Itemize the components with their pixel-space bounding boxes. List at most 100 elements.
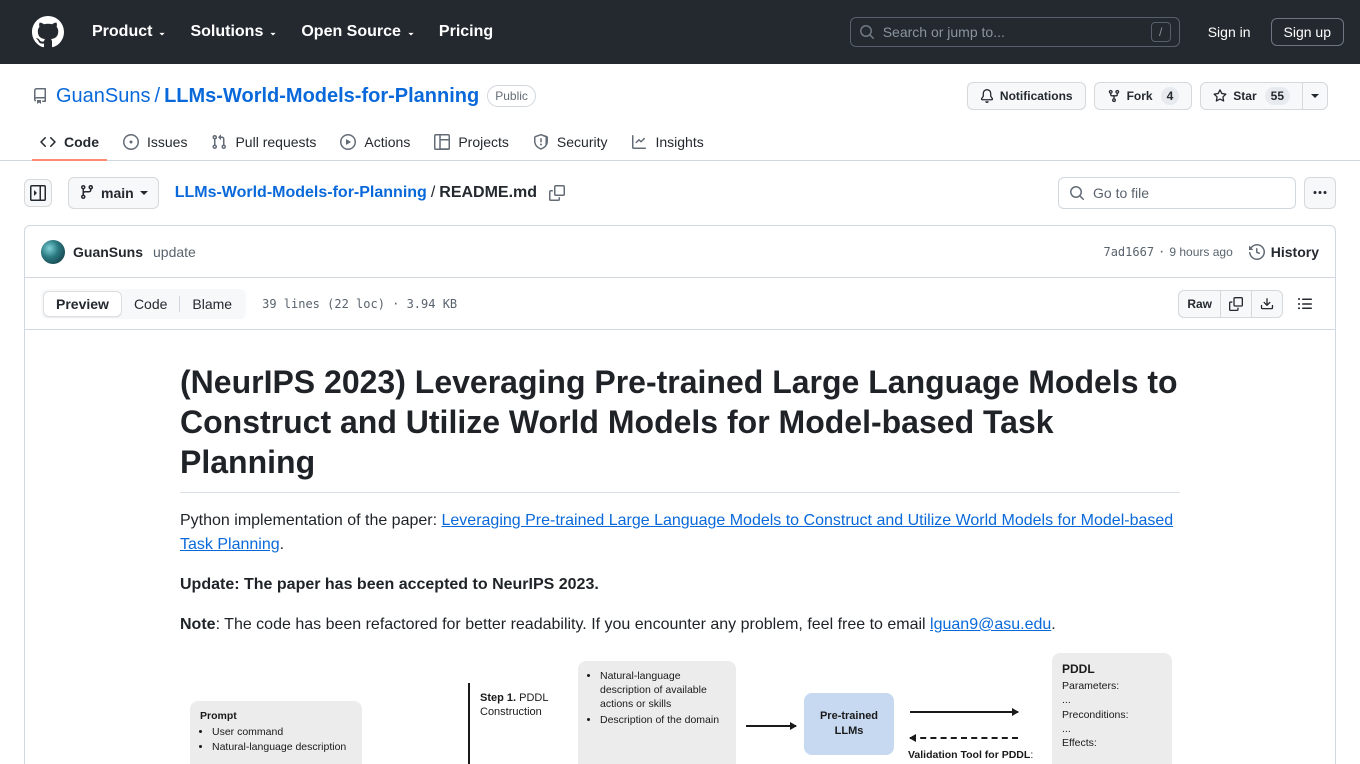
kebab-icon[interactable] (1304, 177, 1336, 209)
branch-selector-button[interactable]: main (68, 177, 159, 209)
commit-author-link[interactable]: GuanSuns (73, 244, 143, 260)
tab-label-security: Security (556, 134, 608, 150)
tab-pull-requests[interactable]: Pull requests (203, 126, 324, 161)
list-item: User command (212, 725, 352, 739)
figure-prompt-box: Prompt User command Natural-language des… (190, 701, 362, 764)
star-label: Star (1233, 89, 1257, 103)
chevron-down-icon (267, 28, 277, 38)
global-search-input[interactable]: Search or jump to... / (849, 16, 1180, 47)
nav-item-pricing[interactable]: Pricing (427, 15, 505, 49)
graph-icon (631, 134, 647, 150)
note-text: : The code has been refactored for bette… (215, 616, 931, 633)
raw-copy-download-group: Raw (1178, 289, 1283, 318)
paragraph-prefix: Python implementation of the paper: (180, 512, 442, 529)
list-item: Natural-language description (212, 740, 352, 754)
repo-name-link[interactable]: LLMs-World-Models-for-Planning (164, 85, 479, 108)
paragraph-note: Note: The code has been refactored for b… (180, 613, 1180, 637)
github-file-page: Product Solutions Open Source Pricing Se… (0, 0, 1360, 764)
repo-owner-link[interactable]: GuanSuns (56, 85, 151, 108)
figure-llm-line2: LLMs (834, 725, 864, 737)
repo-nav-tabs: Code Issues Pull requests Actions Projec… (0, 126, 1360, 161)
email-link[interactable]: lguan9@asu.edu (930, 616, 1051, 633)
branch-name-label: main (101, 185, 134, 201)
copy-raw-icon[interactable] (1221, 289, 1252, 318)
raw-button[interactable]: Raw (1178, 289, 1221, 318)
commit-dot-separator: · (1159, 242, 1165, 260)
notifications-button[interactable]: Notifications (966, 82, 1086, 110)
nav-label-product: Product (92, 22, 153, 40)
figure-pddl-line4: ... (1062, 722, 1071, 735)
commit-meta: 7ad1667 · 9 hours ago History (1103, 243, 1319, 261)
global-nav: Product Solutions Open Source Pricing (80, 15, 505, 49)
nav-item-solutions[interactable]: Solutions (178, 15, 289, 49)
nav-label-open-source: Open Source (301, 22, 401, 40)
latest-commit-row: GuanSuns update 7ad1667 · 9 hours ago Hi… (24, 225, 1336, 277)
commit-history-link[interactable]: History (1248, 243, 1319, 260)
copy-icon[interactable] (549, 185, 566, 201)
repo-path-separator: / (154, 84, 161, 107)
bell-icon (980, 89, 994, 103)
figure-pddl-line2: ... (1062, 694, 1071, 707)
markdown-body: (NeurIPS 2023) Leveraging Pre-trained La… (25, 330, 1335, 764)
note-label: Note (180, 616, 216, 633)
breadcrumb-separator: / (430, 184, 436, 201)
file-path-toolbar: main LLMs-World-Models-for-Planning / RE… (0, 161, 1360, 225)
nav-item-product[interactable]: Product (80, 15, 178, 49)
global-header: Product Solutions Open Source Pricing Se… (0, 0, 1360, 64)
nav-item-open-source[interactable]: Open Source (289, 15, 427, 49)
list-item: Natural-language description of availabl… (600, 669, 726, 712)
tab-label-pull-requests: Pull requests (235, 134, 317, 150)
tab-blame[interactable]: Blame (180, 291, 244, 317)
figure-validation-bold: Validation Tool for PDDL (908, 749, 1031, 761)
figure-arrow-llm-to-pddl (910, 708, 1019, 716)
outline-list-icon[interactable] (1291, 290, 1319, 318)
sign-up-button[interactable]: Sign up (1270, 17, 1344, 46)
star-icon (1213, 89, 1227, 103)
chevron-down-icon (156, 28, 166, 38)
fork-icon (1107, 89, 1121, 103)
tab-code[interactable]: Code (32, 126, 107, 161)
star-count: 55 (1264, 87, 1290, 105)
search-icon (859, 24, 875, 40)
fork-button[interactable]: Fork 4 (1093, 82, 1193, 110)
avatar[interactable] (41, 239, 65, 264)
file-content-box: Preview Code Blame 39 lines (22 loc) · 3… (24, 277, 1336, 764)
github-mark-icon[interactable] (32, 15, 64, 48)
figure-step-divider (468, 683, 470, 764)
tab-security[interactable]: Security (525, 126, 616, 161)
note-suffix: . (1051, 616, 1056, 633)
commit-sha[interactable]: 7ad1667 (1103, 245, 1154, 259)
tab-projects[interactable]: Projects (426, 126, 517, 161)
sidebar-expand-icon[interactable] (24, 179, 52, 207)
breadcrumb-repo-link[interactable]: LLMs-World-Models-for-Planning (175, 184, 427, 202)
repo-visibility-badge: Public (487, 85, 536, 107)
star-dropdown-button[interactable] (1303, 82, 1328, 110)
list-item: Description of the domain (600, 713, 726, 727)
fork-label: Fork (1126, 89, 1153, 103)
code-icon (40, 134, 56, 150)
tab-code[interactable]: Code (122, 291, 179, 317)
tab-actions[interactable]: Actions (332, 126, 418, 161)
tab-insights[interactable]: Insights (623, 126, 711, 161)
commit-message[interactable]: update (153, 244, 196, 260)
repo-title-row: GuanSuns / LLMs-World-Models-for-Plannin… (32, 80, 1328, 112)
pipeline-diagram: Prompt User command Natural-language des… (180, 653, 1215, 764)
tab-label-code: Code (64, 134, 99, 150)
figure-description-box: Natural-language description of availabl… (578, 661, 736, 764)
star-button[interactable]: Star 55 (1200, 82, 1303, 110)
figure-prompt-list: User command Natural-language descriptio… (200, 725, 352, 754)
tab-preview[interactable]: Preview (43, 290, 122, 317)
issue-opened-icon (123, 134, 139, 150)
breadcrumb: LLMs-World-Models-for-Planning / README.… (175, 184, 566, 202)
search-icon (1069, 185, 1085, 201)
sign-in-link[interactable]: Sign in (1196, 18, 1263, 46)
breadcrumb-current-file: README.md (439, 184, 538, 201)
paragraph-update: Update: The paper has been accepted to N… (180, 576, 599, 593)
download-icon[interactable] (1252, 289, 1283, 318)
repo-actions: Notifications Fork 4 Star 55 (966, 82, 1328, 110)
go-to-file-input[interactable]: Go to file (1058, 177, 1296, 209)
chevron-down-icon (405, 28, 415, 38)
fork-count: 4 (1160, 87, 1180, 105)
star-button-group: Star 55 (1200, 82, 1328, 110)
tab-issues[interactable]: Issues (115, 126, 195, 161)
